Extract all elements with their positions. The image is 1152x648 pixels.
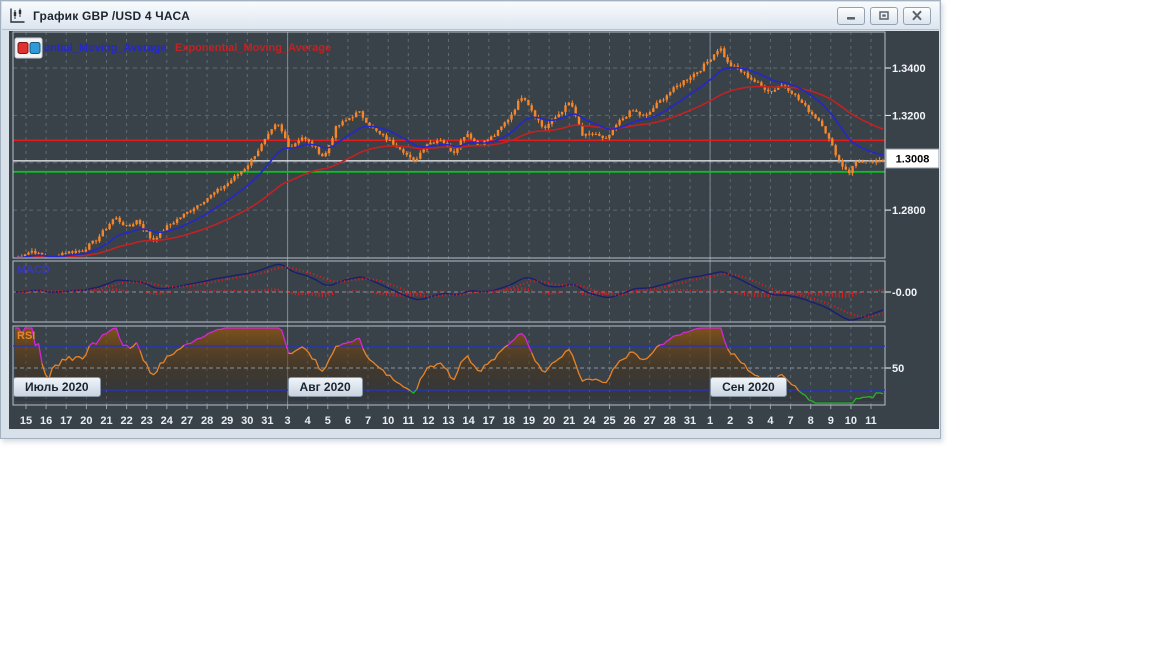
svg-text:7: 7 xyxy=(788,415,794,427)
ema-slow-legend-label: Exponential_Moving_Average xyxy=(175,42,331,54)
rsi-label: RSI xyxy=(17,330,35,342)
month-button[interactable]: Июль 2020 xyxy=(13,377,101,397)
svg-text:6: 6 xyxy=(345,415,351,427)
minimize-icon xyxy=(847,16,855,20)
svg-text:21: 21 xyxy=(563,415,575,427)
restore-icon xyxy=(879,11,889,20)
svg-text:19: 19 xyxy=(523,415,535,427)
chart-canvas-area[interactable]: 1.3400 1.3200 1.2800 1.3008 -0.00 50 MACD RSI 15… xyxy=(9,31,939,429)
svg-text:12: 12 xyxy=(422,415,434,427)
svg-text:23: 23 xyxy=(141,415,153,427)
svg-text:1: 1 xyxy=(707,415,713,427)
svg-text:17: 17 xyxy=(60,415,72,427)
minimize-button[interactable] xyxy=(837,6,865,25)
grid-layer xyxy=(13,32,885,405)
month-button[interactable]: Сен 2020 xyxy=(710,377,787,397)
price-chart-svg[interactable]: 1.34001.32001.28001.3008-0.0050MACDRSI15… xyxy=(9,31,939,429)
price-axis: 1.3400 1.3200 1.2800 1.3008 -0.00 50 xyxy=(885,63,939,375)
svg-text:20: 20 xyxy=(543,415,555,427)
svg-text:17: 17 xyxy=(483,415,495,427)
svg-text:30: 30 xyxy=(241,415,253,427)
window-title: График GBP /USD 4 ЧАСА xyxy=(33,8,190,23)
svg-text:4: 4 xyxy=(305,415,312,427)
svg-text:4: 4 xyxy=(767,415,774,427)
svg-text:9: 9 xyxy=(828,415,834,427)
svg-text:28: 28 xyxy=(664,415,676,427)
month-button[interactable]: Авг 2020 xyxy=(287,377,363,397)
svg-text:31: 31 xyxy=(684,415,696,427)
svg-text:24: 24 xyxy=(161,415,174,427)
window-titlebar[interactable]: График GBP /USD 4 ЧАСА xyxy=(2,2,939,30)
svg-text:25: 25 xyxy=(603,415,615,427)
svg-text:13: 13 xyxy=(442,415,454,427)
svg-text:26: 26 xyxy=(623,415,635,427)
close-button[interactable] xyxy=(903,6,931,25)
svg-text:24: 24 xyxy=(583,415,596,427)
svg-text:1.2800: 1.2800 xyxy=(892,205,926,217)
svg-text:11: 11 xyxy=(865,415,877,427)
legend: ential_Moving_Average Exponential_Moving_… xyxy=(14,37,331,59)
window-controls xyxy=(837,6,931,25)
svg-text:3: 3 xyxy=(747,415,753,427)
svg-text:11: 11 xyxy=(402,415,414,427)
svg-text:15: 15 xyxy=(20,415,32,427)
svg-text:27: 27 xyxy=(644,415,656,427)
svg-text:1.3200: 1.3200 xyxy=(892,110,926,122)
time-axis: 15 16 17 20 21 22 23 24 27 28 29 30 31 3 4 5 6 7 10 11 12 13 1… xyxy=(20,405,877,427)
svg-text:29: 29 xyxy=(221,415,233,427)
svg-text:28: 28 xyxy=(201,415,213,427)
svg-text:50: 50 xyxy=(892,363,904,375)
close-icon xyxy=(912,10,922,21)
restore-button[interactable] xyxy=(870,6,898,25)
svg-text:10: 10 xyxy=(382,415,394,427)
svg-text:5: 5 xyxy=(325,415,331,427)
legend-swatch-red[interactable] xyxy=(17,42,29,54)
svg-text:18: 18 xyxy=(503,415,515,427)
svg-text:2: 2 xyxy=(727,415,733,427)
svg-text:31: 31 xyxy=(261,415,273,427)
svg-text:8: 8 xyxy=(808,415,814,427)
svg-text:27: 27 xyxy=(181,415,193,427)
svg-text:14: 14 xyxy=(462,415,475,427)
chart-icon xyxy=(9,7,26,24)
svg-text:3: 3 xyxy=(285,415,291,427)
svg-text:22: 22 xyxy=(120,415,132,427)
svg-text:1.3008: 1.3008 xyxy=(896,154,930,166)
legend-swatch-blue[interactable] xyxy=(29,42,41,54)
macd-label: MACD xyxy=(17,264,50,276)
svg-text:21: 21 xyxy=(100,415,112,427)
svg-text:-0.00: -0.00 xyxy=(892,287,917,299)
svg-text:10: 10 xyxy=(845,415,857,427)
svg-text:20: 20 xyxy=(80,415,92,427)
ema-fast-legend-label: ential_Moving_Average xyxy=(44,42,166,54)
chart-window: График GBP /USD 4 ЧАСА 1.3400 1.3200 1.2… xyxy=(0,0,941,439)
svg-text:16: 16 xyxy=(40,415,52,427)
svg-text:1.3400: 1.3400 xyxy=(892,63,926,75)
svg-text:7: 7 xyxy=(365,415,371,427)
